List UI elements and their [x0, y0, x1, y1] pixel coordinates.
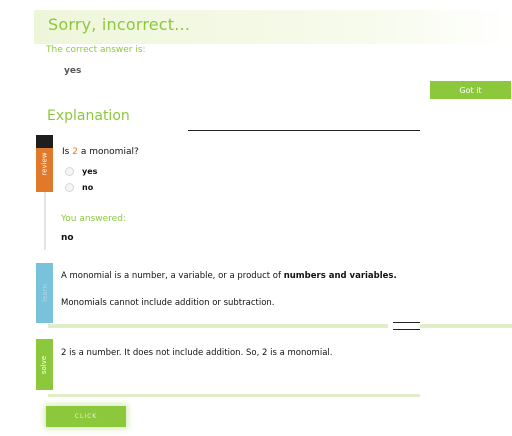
review-tab-cap	[36, 135, 53, 148]
option-yes[interactable]: yes	[65, 167, 97, 176]
separator-line-top	[393, 322, 420, 323]
correct-answer-label: The correct answer is:	[46, 45, 146, 55]
learn-tab: learn	[36, 263, 53, 323]
solve-text: 2 is a number. It does not include addit…	[61, 348, 333, 358]
learn-note: Monomials cannot include addition or sub…	[61, 298, 275, 308]
review-rail	[44, 190, 46, 250]
explanation-heading: Explanation	[47, 108, 130, 124]
correct-answer-value: yes	[64, 66, 82, 76]
continue-button[interactable]: CLICK	[46, 406, 126, 427]
option-no-label: no	[82, 183, 94, 192]
learn-definition-b: numbers and variables.	[283, 271, 397, 281]
separator-line-bottom	[393, 329, 420, 330]
radio-yes[interactable]	[65, 167, 74, 176]
solve-bottom-band	[48, 394, 420, 397]
you-answered-label: You answered:	[61, 214, 126, 224]
question-prefix: Is	[62, 147, 73, 157]
learn-definition-a: A monomial is a number, a variable, or a…	[61, 271, 284, 281]
learn-separator-band-right	[420, 324, 512, 328]
learn-tab-label: learn	[40, 284, 49, 302]
radio-no[interactable]	[65, 183, 74, 192]
explanation-divider	[188, 130, 420, 131]
review-tab-label: review	[40, 151, 49, 176]
option-yes-label: yes	[82, 167, 98, 176]
feedback-title: Sorry, incorrect...	[48, 15, 191, 34]
you-answered-value: no	[61, 233, 74, 243]
got-it-button[interactable]: Got it	[430, 81, 511, 99]
learn-definition: A monomial is a number, a variable, or a…	[61, 271, 397, 281]
solve-tab-label: solve	[40, 355, 49, 374]
review-question: Is 2 a monomial?	[62, 147, 139, 157]
option-no[interactable]: no	[65, 183, 93, 192]
solve-tab: solve	[36, 339, 53, 390]
learn-separator-band	[48, 324, 388, 328]
question-suffix: a monomial?	[77, 147, 139, 157]
